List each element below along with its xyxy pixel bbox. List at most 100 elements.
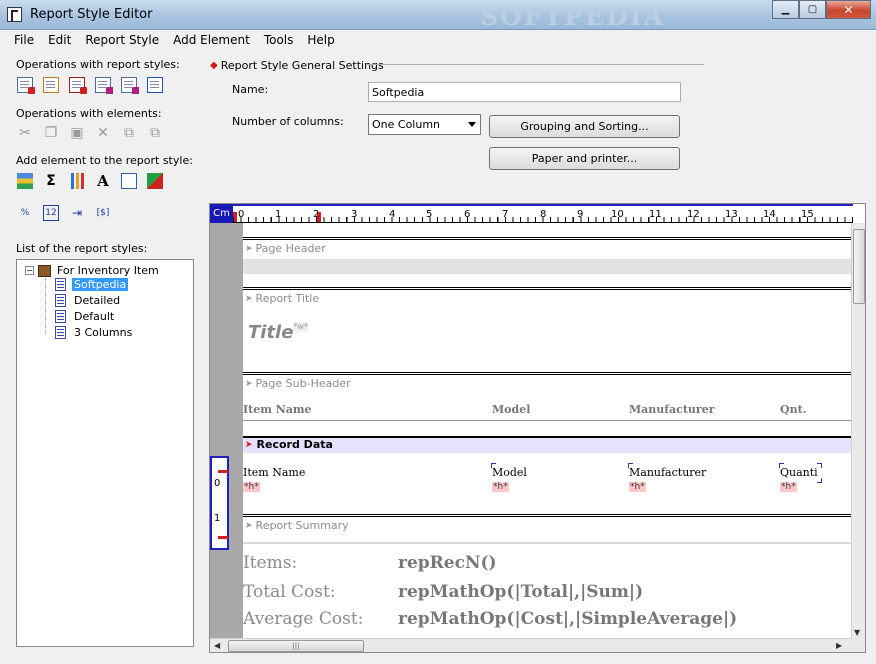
copy-icon[interactable]: ❐ [43,125,59,141]
menu-bar: File Edit Report Style Add Element Tools… [0,30,876,50]
paper-printer-button[interactable]: Paper and printer... [489,147,680,170]
watermark: SOFTPEDIA [480,2,665,31]
record-sub-field[interactable]: *h* [629,482,646,492]
horizontal-scrollbar[interactable]: ◀ ||| ▶ [210,638,851,652]
menu-help[interactable]: Help [300,30,341,50]
delete-icon[interactable]: ✕ [95,125,111,141]
record-sub-field[interactable]: *h* [492,482,509,492]
summary-value[interactable]: repMathOp(|Total|,|Sum|) [398,582,643,602]
sum-icon[interactable]: Σ [43,173,59,189]
band-report-title[interactable]: ➤ Report Title [245,292,319,305]
tree-root[interactable]: − For Inventory Item [25,264,159,277]
chevron-down-icon: ➤ [245,293,253,304]
record-field[interactable]: Manufacturer [629,466,706,479]
columns-select[interactable]: One Column [368,114,481,135]
left-panel: Operations with report styles: Operation… [0,50,203,664]
data-field-icon[interactable] [17,173,33,189]
ruler-ticks [233,217,853,222]
scroll-right-icon[interactable]: ▶ [836,641,842,650]
minimize-button[interactable]: ▁ [772,0,799,19]
report-designer[interactable]: Cm 0 1 2 3 4 5 6 7 8 9 10 11 12 13 14 15… [209,203,866,653]
delete-style-icon[interactable] [69,77,87,94]
summary-value[interactable]: repRecN() [398,553,497,573]
menu-report-style[interactable]: Report Style [78,30,166,50]
close-icon: ✕ [843,2,854,17]
vertical-scrollbar[interactable]: ▼ [851,223,865,640]
chevron-down-icon: ➤ [245,378,253,389]
vertical-ruler: 0 1 [210,456,229,550]
style-tree[interactable]: − For Inventory Item Softpedia Detailed … [16,259,194,647]
summary-label[interactable]: Total Cost: [243,582,336,602]
tree-item-3-columns[interactable]: 3 Columns [55,326,134,339]
scroll-left-icon[interactable]: ◀ [214,641,220,650]
close-button[interactable]: ✕ [826,0,871,19]
report-icon [55,326,66,339]
copy-style-icon[interactable] [43,77,59,93]
menu-add-element[interactable]: Add Element [166,30,257,50]
summary-label[interactable]: Average Cost: [243,609,363,629]
cut-icon[interactable]: ✂ [17,125,33,141]
tree-item-detailed[interactable]: Detailed [55,294,122,307]
text-icon[interactable]: A [95,173,111,189]
collapse-icon[interactable]: − [25,266,34,275]
tree-item-label: Detailed [74,294,121,307]
column-header[interactable]: Model [492,403,530,416]
maximize-button[interactable]: ▢ [799,0,826,19]
summary-label[interactable]: Items: [243,553,297,573]
menu-edit[interactable]: Edit [41,30,78,50]
band-page-subheader[interactable]: ➤ Page Sub-Header [245,377,351,390]
vertical-gutter: 0 1 [210,223,243,640]
band-page-header[interactable]: ➤ Page Header [245,242,326,255]
number-icon[interactable]: 12 [43,205,59,221]
horizontal-ruler: 0 1 2 3 4 5 6 7 8 9 10 11 12 13 14 15 [233,204,853,223]
window-title: Report Style Editor [30,7,153,22]
settings-legend: ◆ Report Style General Settings [210,59,384,72]
maximize-icon: ▢ [807,4,818,15]
vertical-scroll-thumb[interactable] [853,229,865,304]
column-header[interactable]: Item Name [243,403,312,416]
band-record-data[interactable]: ➤ Record Data [243,436,851,453]
scroll-down-icon[interactable]: ▼ [854,628,860,637]
align-icon[interactable]: ⇥ [69,205,85,221]
report-icon [55,278,66,291]
currency-icon[interactable]: [$] [95,205,111,221]
title-field[interactable]: Title*w* [248,322,308,343]
tree-item-softpedia[interactable]: Softpedia [55,278,129,291]
export-style-icon[interactable] [121,77,139,94]
tree-item-label: 3 Columns [74,326,133,339]
report-icon [55,294,66,307]
paste-icon[interactable]: ▣ [69,125,85,141]
report-icon [55,310,66,323]
chart-icon[interactable] [69,173,85,189]
shape-icon[interactable] [147,173,163,189]
menu-file[interactable]: File [7,30,41,50]
horizontal-scroll-thumb[interactable]: ||| [228,640,364,652]
ops-styles-label: Operations with report styles: [16,58,180,71]
record-sub-field[interactable]: *h* [243,482,260,492]
image-icon[interactable] [121,173,137,189]
bottom-marker[interactable] [218,536,228,539]
top-marker[interactable] [218,470,228,473]
preview-style-icon[interactable] [147,77,163,93]
minimize-icon: ▁ [781,4,790,15]
record-field[interactable]: Quanti [780,466,818,479]
new-style-icon[interactable] [17,77,35,94]
collapse-arrow-icon[interactable]: ◆ [210,60,218,71]
summary-value[interactable]: repMathOp(|Cost|,|SimpleAverage|) [398,609,737,629]
name-input[interactable] [368,82,681,102]
percent-icon[interactable]: % [17,205,33,221]
record-field[interactable]: Model [492,466,527,479]
name-label: Name: [232,83,269,96]
add-element-label: Add element to the report style: [16,154,193,167]
send-back-icon[interactable]: ⧉ [147,125,163,141]
menu-tools[interactable]: Tools [257,30,301,50]
bring-front-icon[interactable]: ⧉ [121,125,137,141]
column-header[interactable]: Qnt. [780,403,807,416]
import-style-icon[interactable] [95,77,113,94]
column-header[interactable]: Manufacturer [629,403,715,416]
record-field[interactable]: Item Name [243,466,305,479]
grouping-sorting-button[interactable]: Grouping and Sorting... [489,115,680,138]
band-report-summary[interactable]: ➤ Report Summary [245,519,349,532]
tree-item-default[interactable]: Default [55,310,116,323]
record-sub-field[interactable]: *h* [780,482,797,492]
